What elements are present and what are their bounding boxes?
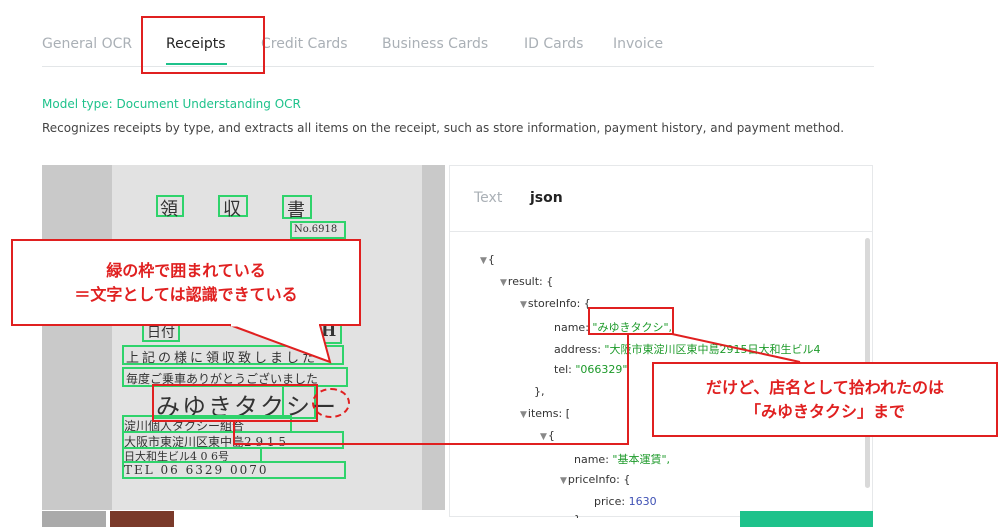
highlight-store-name (152, 384, 318, 422)
annotation-arrows (229, 323, 801, 445)
callout-left-pointer (229, 324, 332, 364)
callout-right-line2: 「みゆきタクシ」まで (744, 402, 905, 421)
connector-line (671, 333, 801, 363)
callout-right-line1: だけど、店名として拾われたのは (706, 378, 944, 397)
missing-char-circle (312, 388, 350, 418)
highlight-json-name (588, 307, 674, 335)
callout-right: だけど、店名として拾われたのは 「みゆきタクシ」まで (652, 362, 998, 437)
